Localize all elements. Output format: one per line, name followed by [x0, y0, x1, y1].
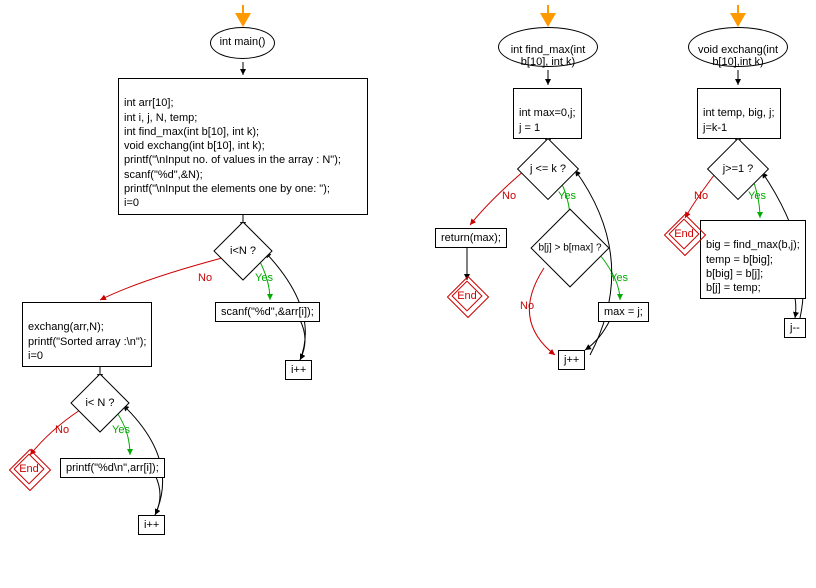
exchang-init-text: int temp, big, j; j=k-1 — [703, 107, 775, 133]
main-inc1-text: i++ — [291, 364, 306, 376]
main-cond1-text: i<N ? — [230, 245, 256, 257]
label-no: No — [198, 272, 212, 284]
main-end: End — [15, 455, 43, 483]
main-inc2-text: i++ — [144, 519, 159, 531]
main-cond2: i< N ? — [79, 382, 121, 424]
exchang-body-text: big = find_max(b,j); temp = b[big]; b[bi… — [706, 239, 800, 294]
findmax-cond1-text: j <= k ? — [530, 163, 566, 175]
label-no: No — [694, 190, 708, 202]
label-yes: Yes — [610, 272, 628, 284]
findmax-end: End — [453, 282, 481, 310]
main-cond1: i<N ? — [222, 230, 264, 272]
exchang-end-text: End — [674, 228, 694, 240]
main-cond2-text: i< N ? — [85, 397, 114, 409]
label-yes: Yes — [558, 190, 576, 202]
findmax-init: int max=0,j; j = 1 — [513, 88, 582, 139]
findmax-cond2-text: b[j] > b[max] ? — [538, 243, 601, 254]
label-yes: Yes — [255, 272, 273, 284]
main-decl-text: int arr[10]; int i, j, N, temp; int find… — [124, 97, 341, 209]
main-inc2: i++ — [138, 515, 165, 535]
exchang-end: End — [670, 220, 698, 248]
findmax-inc-text: j++ — [564, 354, 579, 366]
findmax-assign: max = j; — [598, 302, 649, 322]
findmax-cond1: j <= k ? — [526, 147, 570, 191]
findmax-assign-text: max = j; — [604, 306, 643, 318]
label-yes: Yes — [748, 190, 766, 202]
main-start-text: int main() — [220, 36, 266, 48]
exchang-body: big = find_max(b,j); temp = b[big]; b[bi… — [700, 220, 806, 299]
findmax-end-text: End — [457, 290, 477, 302]
exchang-dec-text: j-- — [790, 322, 800, 334]
main-declarations: int arr[10]; int i, j, N, temp; int find… — [118, 78, 368, 215]
exchang-start-text: void exchang(int b[10],int k) — [698, 44, 778, 68]
exchang-init: int temp, big, j; j=k-1 — [697, 88, 781, 139]
main-printf-text: printf("%d\n",arr[i]); — [66, 462, 159, 474]
label-no: No — [520, 300, 534, 312]
label-no: No — [502, 190, 516, 202]
label-no: No — [55, 424, 69, 436]
main-scanf-text: scanf("%d",&arr[i]); — [221, 306, 314, 318]
exchang-dec: j-- — [784, 318, 806, 338]
findmax-return: return(max); — [435, 228, 507, 248]
main-inc1: i++ — [285, 360, 312, 380]
main-scanf: scanf("%d",&arr[i]); — [215, 302, 320, 322]
findmax-cond2: b[j] > b[max] ? — [542, 220, 598, 276]
exchang-cond: j>=1 ? — [716, 147, 760, 191]
findmax-return-text: return(max); — [441, 232, 501, 244]
findmax-start-text: int find_max(int b[10], int k) — [511, 44, 586, 68]
main-end-text: End — [19, 463, 39, 475]
main-exchang-text: exchang(arr,N); printf("Sorted array :\n… — [28, 321, 146, 362]
findmax-init-text: int max=0,j; j = 1 — [519, 107, 576, 133]
main-start-ellipse: int main() — [210, 27, 275, 59]
main-exchang-call: exchang(arr,N); printf("Sorted array :\n… — [22, 302, 152, 367]
exchang-cond-text: j>=1 ? — [723, 163, 754, 175]
exchang-start-ellipse: void exchang(int b[10],int k) — [688, 27, 788, 67]
findmax-start-ellipse: int find_max(int b[10], int k) — [498, 27, 598, 67]
main-printf: printf("%d\n",arr[i]); — [60, 458, 165, 478]
label-yes: Yes — [112, 424, 130, 436]
findmax-inc: j++ — [558, 350, 585, 370]
